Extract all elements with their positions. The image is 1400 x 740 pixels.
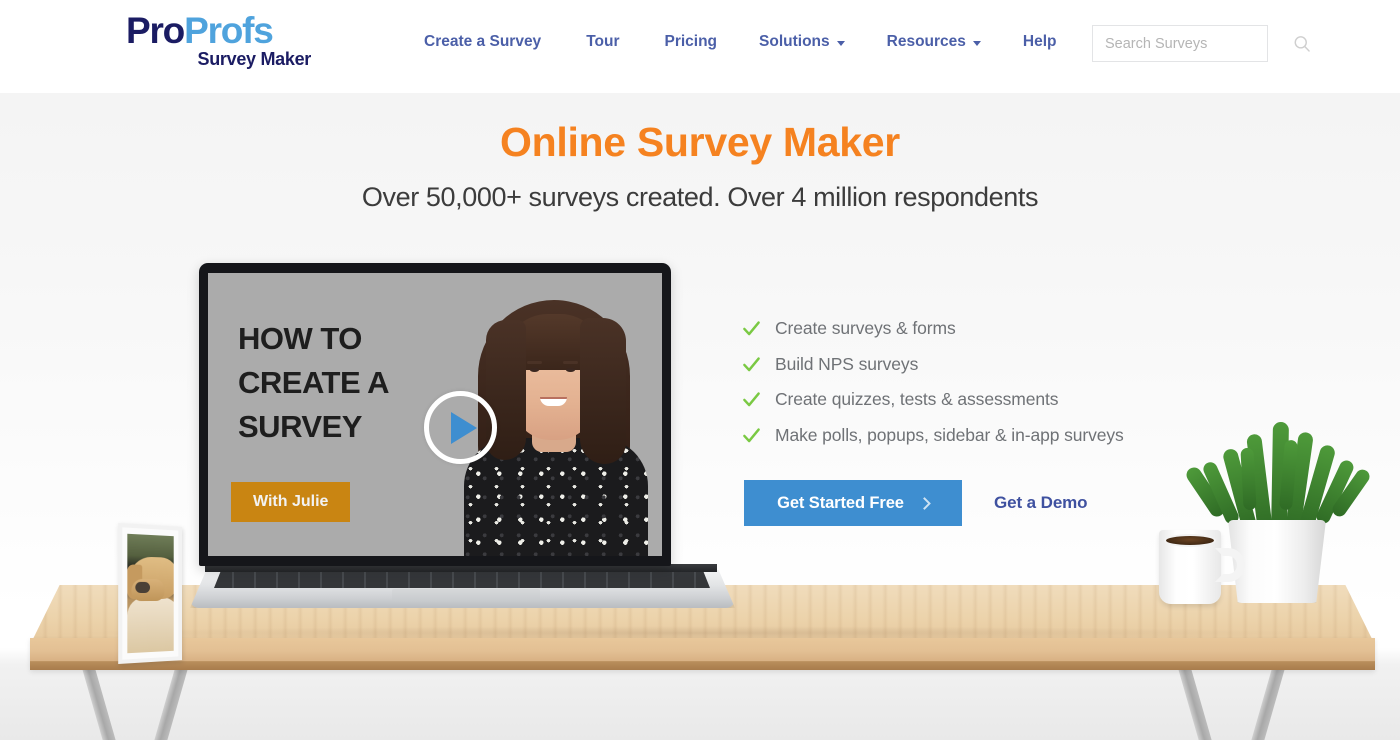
check-icon	[743, 392, 760, 407]
feature-item: Create quizzes, tests & assessments	[742, 382, 1124, 418]
feature-label: Build NPS surveys	[775, 353, 919, 374]
play-triangle	[451, 411, 477, 444]
laptop-trackpad	[392, 589, 540, 602]
feature-list: Create surveys & forms Build NPS surveys…	[742, 311, 1124, 453]
logo-wordmark: ProProfs	[126, 12, 326, 49]
presenter-eyebrow	[527, 361, 542, 364]
site-header: ProProfs Survey Maker Create a Survey To…	[0, 0, 1400, 93]
get-started-free-button[interactable]: Get Started Free	[744, 480, 962, 526]
nav-label: Solutions	[759, 33, 830, 50]
video-title-line-1: HOW TO	[238, 321, 362, 356]
video-title: HOW TO CREATE A SURVEY	[238, 317, 390, 449]
chevron-right-icon	[918, 496, 931, 510]
main-navigation: Create a Survey Tour Pricing Solutions R…	[424, 33, 1057, 51]
nav-label: Tour	[586, 33, 620, 50]
dog-body	[127, 596, 174, 654]
presenter-hair-right	[580, 318, 626, 464]
presenter-eye	[530, 368, 539, 372]
nav-item-create-a-survey[interactable]: Create a Survey	[424, 33, 541, 51]
nav-label: Pricing	[664, 33, 718, 50]
nav-label: Create a Survey	[424, 33, 542, 50]
nav-item-tour[interactable]: Tour	[586, 33, 619, 51]
presenter-eye	[566, 368, 575, 372]
logo[interactable]: ProProfs Survey Maker	[126, 12, 326, 68]
feature-label: Create surveys & forms	[775, 318, 956, 339]
feature-label: Create quizzes, tests & assessments	[775, 389, 1059, 410]
search-box[interactable]	[1092, 25, 1310, 62]
feature-item: Create surveys & forms	[742, 311, 1124, 347]
feature-label: Make polls, popups, sidebar & in-app sur…	[775, 425, 1124, 446]
desk-edge	[30, 638, 1375, 670]
dog-photo	[127, 533, 174, 654]
feature-item: Build NPS surveys	[742, 347, 1124, 383]
nav-item-solutions[interactable]: Solutions	[759, 33, 845, 51]
video-thumbnail[interactable]: HOW TO CREATE A SURVEY With Julie	[208, 273, 662, 556]
chevron-down-icon	[972, 40, 981, 46]
nav-label: Help	[1022, 33, 1057, 50]
video-title-line-2: CREATE A	[238, 365, 390, 401]
search-icon[interactable]	[1292, 34, 1312, 54]
check-icon	[743, 428, 760, 443]
coffee-mug	[1159, 530, 1245, 604]
video-title-line-3: SURVEY	[238, 409, 362, 445]
feature-item: Make polls, popups, sidebar & in-app sur…	[742, 418, 1124, 454]
check-icon	[743, 357, 760, 372]
chevron-down-icon	[836, 40, 845, 46]
check-icon	[743, 321, 760, 336]
video-presenter-badge: With Julie	[231, 482, 351, 522]
logo-tagline: Survey Maker	[197, 49, 312, 69]
get-a-demo-link[interactable]: Get a Demo	[994, 493, 1088, 513]
logo-profs-text: Profs	[184, 10, 274, 51]
hero-illustration: HOW TO CREATE A SURVEY With Julie	[0, 93, 1400, 740]
logo-pro-text: Pro	[126, 10, 185, 51]
photo-frame	[118, 522, 182, 665]
nav-item-pricing[interactable]: Pricing	[664, 33, 717, 51]
coffee-surface	[1164, 534, 1216, 547]
dog-nose	[135, 581, 151, 593]
laptop-screen: HOW TO CREATE A SURVEY With Julie	[199, 263, 671, 566]
presenter-eyebrow	[563, 361, 578, 364]
hero-section: Online Survey Maker Over 50,000+ surveys…	[0, 93, 1400, 740]
search-input[interactable]	[1105, 35, 1292, 52]
nav-item-help[interactable]: Help	[1023, 33, 1057, 51]
nav-label: Resources	[886, 33, 966, 50]
play-icon[interactable]	[424, 391, 497, 464]
get-started-free-label: Get Started Free	[777, 493, 904, 512]
nav-item-resources[interactable]: Resources	[887, 33, 981, 51]
cta-row: Get Started Free Get a Demo	[744, 480, 1088, 526]
